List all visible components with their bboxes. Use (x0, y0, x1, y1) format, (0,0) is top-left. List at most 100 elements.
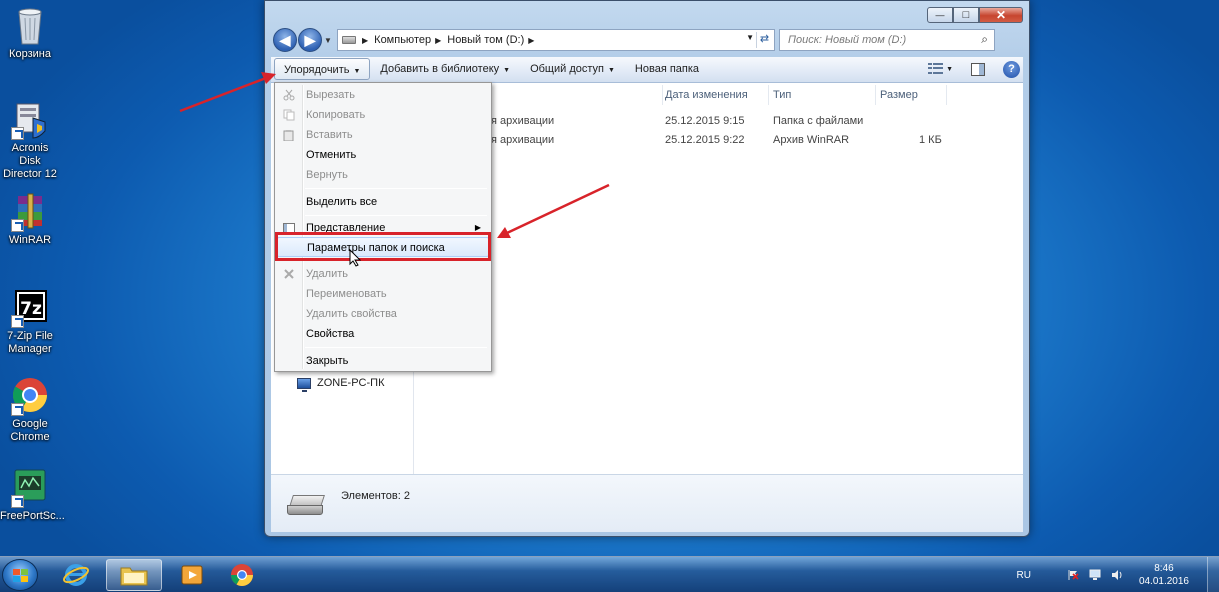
freeportscanner-icon (9, 466, 51, 508)
address-bar[interactable]: ▶ Компьютер ▶ Новый том (D:) ▶ ▼ ⇄ (337, 29, 775, 51)
taskbar-chrome[interactable] (214, 559, 270, 591)
annotation-highlight-box (275, 232, 491, 261)
network-icon[interactable] (1089, 569, 1101, 581)
help-icon[interactable]: ? (1003, 60, 1020, 78)
menu-item-delete[interactable]: Удалить (277, 264, 489, 284)
shortcut-arrow-icon (11, 403, 24, 416)
file-date: 25.12.2015 9:15 (665, 115, 745, 127)
menu-item-properties[interactable]: Свойства (277, 324, 489, 344)
menu-item-copy[interactable]: Копировать (277, 105, 489, 125)
language-indicator[interactable]: RU (1016, 570, 1030, 581)
address-dropdown-icon[interactable]: ▼ (746, 33, 754, 42)
copy-icon (283, 109, 295, 121)
windows-logo-icon (13, 569, 28, 582)
menu-item-rename[interactable]: Переименовать (277, 284, 489, 304)
column-header-date[interactable]: Дата изменения (665, 89, 748, 101)
close-icon: ✕ (995, 8, 1007, 22)
navigation-bar: ◀ ▶ ▼ ▶ Компьютер ▶ Новый том (D:) ▶ ▼ ⇄… (273, 27, 1021, 53)
search-icon[interactable]: ⌕ (981, 32, 988, 47)
column-header-size[interactable]: Размер (880, 89, 918, 101)
breadcrumb-separator-icon[interactable]: ▶ (362, 36, 368, 45)
change-view-icon[interactable] (928, 63, 944, 75)
caption-buttons: — □ ✕ (927, 7, 1023, 23)
menu-item-undo[interactable]: Отменить (277, 145, 489, 165)
file-name: я архивации (491, 115, 555, 127)
nav-item-computer[interactable]: ZONE-PC-ПК (297, 377, 385, 392)
command-bar-right: ▼ ? (928, 60, 1024, 78)
shortcut-arrow-icon (11, 219, 24, 232)
menu-item-close[interactable]: Закрыть (277, 351, 489, 371)
action-center-flag-icon[interactable] (1067, 569, 1079, 581)
organize-menu: Вырезать Копировать Вставить Отменить Ве… (274, 82, 492, 372)
forward-button[interactable]: ▶ (298, 28, 322, 52)
desktop-icon-label: Корзина (9, 48, 51, 60)
search-input[interactable]: Поиск: Новый том (D:) ⌕ (779, 29, 995, 51)
breadcrumb-drive-d[interactable]: Новый том (D:) (447, 34, 524, 46)
menu-item-label: Удалить (306, 268, 348, 280)
breadcrumb-separator-icon[interactable]: ▶ (435, 36, 441, 45)
menu-item-label: Переименовать (306, 288, 387, 300)
drive-large-icon (287, 495, 327, 517)
winrar-icon (9, 190, 51, 232)
volume-icon[interactable] (1111, 569, 1123, 581)
column-divider[interactable] (662, 85, 663, 105)
chrome-icon (231, 564, 253, 586)
breadcrumb-separator-icon[interactable]: ▶ (528, 36, 534, 45)
desktop-icon-freeportscanner[interactable]: FreePortSc... (0, 466, 65, 523)
menu-item-label: Отменить (306, 149, 357, 161)
desktop-icon-chrome[interactable]: Google Chrome (0, 374, 60, 444)
breadcrumb-computer[interactable]: Компьютер (374, 34, 431, 46)
menu-item-label: Вернуть (306, 169, 348, 181)
preview-pane-icon[interactable] (971, 62, 985, 76)
clock-time: 8:46 (1154, 563, 1174, 574)
add-to-library-button[interactable]: Добавить в библиотеку ▼ (370, 58, 520, 80)
menu-item-select-all[interactable]: Выделить все (277, 192, 489, 212)
nav-item-label: ZONE-PC-ПК (317, 377, 385, 389)
start-button[interactable] (2, 559, 38, 591)
column-divider[interactable] (946, 85, 947, 105)
taskbar: RU 8:46 04.01.2016 (0, 556, 1219, 592)
menu-item-paste[interactable]: Вставить (277, 125, 489, 145)
close-button[interactable]: ✕ (979, 7, 1023, 23)
recent-pages-dropdown[interactable]: ▼ (323, 36, 333, 45)
menu-separator (305, 347, 487, 348)
desktop-icon-recycle-bin[interactable]: Корзина (0, 4, 60, 61)
taskbar-media-player[interactable] (164, 559, 220, 591)
desktop-icon-7zip[interactable]: 7z 7-Zip File Manager (0, 286, 60, 356)
menu-item-cut[interactable]: Вырезать (277, 85, 489, 105)
column-divider[interactable] (768, 85, 769, 105)
menu-item-remove-properties[interactable]: Удалить свойства (277, 304, 489, 324)
share-button[interactable]: Общий доступ ▼ (520, 58, 625, 80)
desktop-icon-winrar[interactable]: WinRAR (0, 190, 60, 247)
maximize-button[interactable]: □ (953, 7, 979, 23)
back-button[interactable]: ◀ (273, 28, 297, 52)
menu-item-label: Выделить все (306, 196, 378, 208)
file-row[interactable]: я архивации 25.12.2015 9:15 Папка с файл… (414, 113, 1023, 131)
column-divider[interactable] (875, 85, 876, 105)
file-row[interactable]: я архивации 25.12.2015 9:22 Архив WinRAR… (414, 132, 1023, 150)
desktop-icon-label: Acronis Disk Director 12 (3, 142, 57, 180)
refresh-icon[interactable]: ⇄ (756, 32, 772, 48)
desktop-icon-acronis[interactable]: Acronis Disk Director 12 (0, 98, 60, 181)
new-folder-button[interactable]: Новая папка (625, 58, 709, 80)
minimize-icon: — (935, 10, 945, 20)
file-name: я архивации (491, 134, 555, 146)
minimize-button[interactable]: — (927, 7, 953, 23)
organize-button[interactable]: Упорядочить ▼ (274, 58, 371, 80)
clock[interactable]: 8:46 04.01.2016 (1139, 562, 1189, 588)
taskbar-explorer[interactable] (106, 559, 162, 591)
file-type: Папка с файлами (773, 115, 864, 127)
acronis-icon (9, 98, 51, 140)
menu-item-redo[interactable]: Вернуть (277, 165, 489, 185)
menu-item-label: Удалить свойства (306, 308, 397, 320)
column-header-type[interactable]: Тип (773, 89, 791, 101)
view-options-chevron-icon[interactable]: ▼ (946, 66, 953, 73)
forward-arrow-icon: ▶ (304, 31, 316, 48)
shortcut-arrow-icon (11, 495, 24, 508)
taskbar-ie[interactable] (48, 559, 104, 591)
show-desktop-button[interactable] (1207, 557, 1219, 592)
chrome-icon (9, 374, 51, 416)
desktop-icon-label: Google Chrome (10, 418, 50, 443)
maximize-icon: □ (962, 9, 970, 21)
paste-icon (283, 130, 294, 141)
